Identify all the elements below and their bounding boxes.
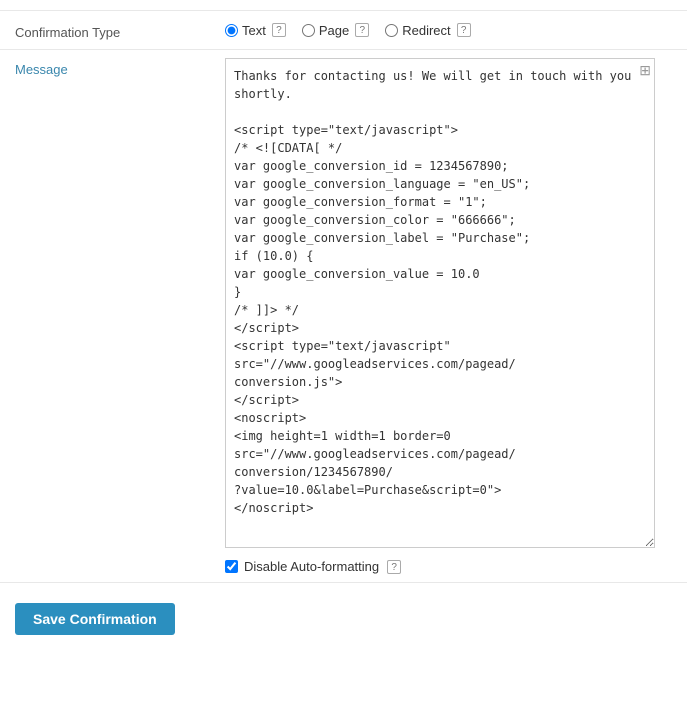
textarea-resize-icon: ⊞ — [639, 62, 651, 79]
form-container: Confirmation Type Text ? Page ? Redirect… — [0, 0, 687, 665]
radio-redirect-label: Redirect — [402, 23, 450, 38]
page-help-icon[interactable]: ? — [355, 23, 369, 37]
confirmation-type-label: Confirmation Type — [15, 21, 225, 40]
radio-group-container: Text ? Page ? Redirect ? — [225, 23, 672, 38]
message-row: Message Thanks for contacting us! We wil… — [0, 50, 687, 583]
message-label: Message — [15, 58, 225, 77]
textarea-wrapper: Thanks for contacting us! We will get in… — [225, 58, 655, 551]
disable-autoformatting-checkbox[interactable] — [225, 560, 238, 573]
footer-row: Save Confirmation — [0, 583, 687, 655]
message-content-col: Thanks for contacting us! We will get in… — [225, 58, 672, 574]
autoformatting-help-icon[interactable]: ? — [387, 560, 401, 574]
redirect-help-icon[interactable]: ? — [457, 23, 471, 37]
text-help-icon[interactable]: ? — [272, 23, 286, 37]
disable-autoformatting-row: Disable Auto-formatting ? — [225, 559, 672, 574]
radio-text-option[interactable]: Text ? — [225, 23, 286, 38]
radio-text-label: Text — [242, 23, 266, 38]
radio-redirect-input[interactable] — [385, 24, 398, 37]
radio-page-label: Page — [319, 23, 349, 38]
radio-text-input[interactable] — [225, 24, 238, 37]
radio-redirect-option[interactable]: Redirect ? — [385, 23, 470, 38]
message-textarea[interactable]: Thanks for contacting us! We will get in… — [225, 58, 655, 548]
radio-page-input[interactable] — [302, 24, 315, 37]
disable-autoformatting-label[interactable]: Disable Auto-formatting — [244, 559, 379, 574]
confirmation-type-row: Confirmation Type Text ? Page ? Redirect… — [0, 10, 687, 50]
radio-group: Text ? Page ? Redirect ? — [225, 23, 672, 38]
save-confirmation-button[interactable]: Save Confirmation — [15, 603, 175, 635]
radio-page-option[interactable]: Page ? — [302, 23, 369, 38]
